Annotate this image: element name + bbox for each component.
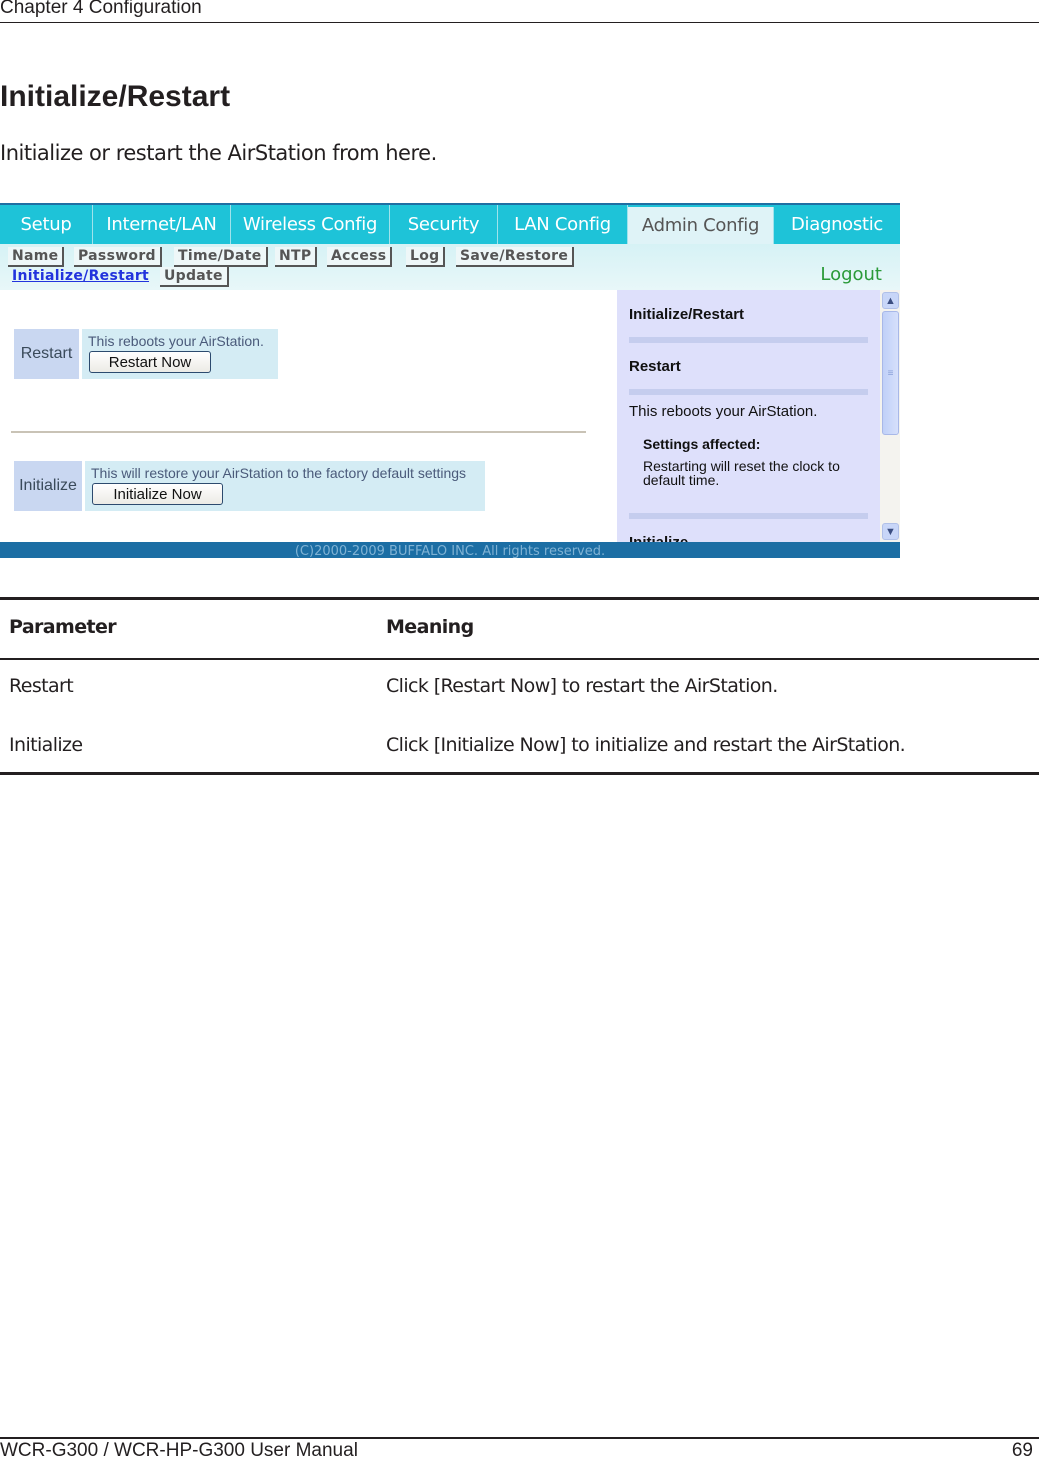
help-scrollbar[interactable]: ▲ ≡ ▼ <box>880 290 900 542</box>
table-header-parameter: Parameter <box>9 616 117 638</box>
page-title: Initialize/Restart <box>0 80 231 113</box>
tab-security[interactable]: Security <box>390 205 498 244</box>
row-meaning: Click [Restart Now] to restart the AirSt… <box>386 675 778 697</box>
subtab-log[interactable]: Log <box>406 247 446 267</box>
restart-now-button[interactable]: Restart Now <box>89 351 211 373</box>
tab-internet-lan[interactable]: Internet/LAN <box>93 205 231 244</box>
initialize-label: Initialize <box>14 461 82 511</box>
subtab-access[interactable]: Access <box>327 247 393 267</box>
scroll-down-icon[interactable]: ▼ <box>882 523 899 540</box>
subtab-update[interactable]: Update <box>160 267 229 287</box>
subtab-password[interactable]: Password <box>74 247 162 267</box>
main-tab-bar: Setup Internet/LAN Wireless Config Secur… <box>0 205 900 244</box>
intro-text: Initialize or restart the AirStation fro… <box>0 141 437 165</box>
initialize-section: This will restore your AirStation to the… <box>85 461 485 511</box>
subtab-ntp[interactable]: NTP <box>275 247 318 267</box>
row-parameter: Restart <box>9 675 74 697</box>
logout-link[interactable]: Logout <box>820 264 882 285</box>
help-panel: Initialize/Restart Restart This reboots … <box>617 290 880 542</box>
restart-description: This reboots your AirStation. <box>88 333 264 349</box>
help-restart-heading: Restart <box>629 358 681 375</box>
sub-nav: Name Password Time/Date NTP Access Log S… <box>0 244 900 290</box>
subtab-time-date[interactable]: Time/Date <box>174 247 268 267</box>
table-header-meaning: Meaning <box>386 616 474 638</box>
initialize-now-button[interactable]: Initialize Now <box>92 483 223 505</box>
router-ui-screenshot: Setup Internet/LAN Wireless Config Secur… <box>0 203 900 558</box>
scroll-thumb[interactable]: ≡ <box>882 311 899 435</box>
chapter-header: Chapter 4 Configuration <box>0 0 202 18</box>
row-parameter: Initialize <box>9 734 83 756</box>
help-divider <box>629 513 868 519</box>
initialize-description: This will restore your AirStation to the… <box>91 465 467 481</box>
table-bottom-rule <box>0 772 1039 775</box>
settings-panel: Restart This reboots your AirStation. Re… <box>0 290 617 542</box>
header-divider <box>0 22 1039 23</box>
help-initialize-heading: Initialize <box>629 534 688 542</box>
help-settings-heading: Settings affected: <box>643 436 761 452</box>
help-settings-text-2: default time. <box>643 472 720 488</box>
restart-section: This reboots your AirStation. Restart No… <box>82 329 278 379</box>
help-restart-text: This reboots your AirStation. <box>629 403 818 420</box>
footer-divider <box>0 1437 1039 1439</box>
table-top-rule <box>0 597 1039 600</box>
tab-admin-config[interactable]: Admin Config <box>628 207 774 244</box>
tab-setup[interactable]: Setup <box>0 205 93 244</box>
help-title: Initialize/Restart <box>629 306 745 323</box>
restart-label: Restart <box>14 329 79 379</box>
tab-wireless-config[interactable]: Wireless Config <box>231 205 390 244</box>
help-divider <box>629 389 868 395</box>
grip-icon: ≡ <box>887 367 894 379</box>
tab-diagnostic[interactable]: Diagnostic <box>774 205 900 244</box>
copyright-bar: (C)2000-2009 BUFFALO INC. All rights res… <box>0 542 900 558</box>
help-divider <box>629 337 868 343</box>
section-divider <box>11 431 586 433</box>
subtab-save-restore[interactable]: Save/Restore <box>456 247 575 267</box>
tab-lan-config[interactable]: LAN Config <box>498 205 628 244</box>
subtab-name[interactable]: Name <box>8 247 65 267</box>
table-header-rule <box>0 658 1039 660</box>
subtab-initialize-restart[interactable]: Initialize/Restart <box>8 267 153 285</box>
row-meaning: Click [Initialize Now] to initialize and… <box>386 734 906 756</box>
scroll-up-icon[interactable]: ▲ <box>882 292 899 309</box>
